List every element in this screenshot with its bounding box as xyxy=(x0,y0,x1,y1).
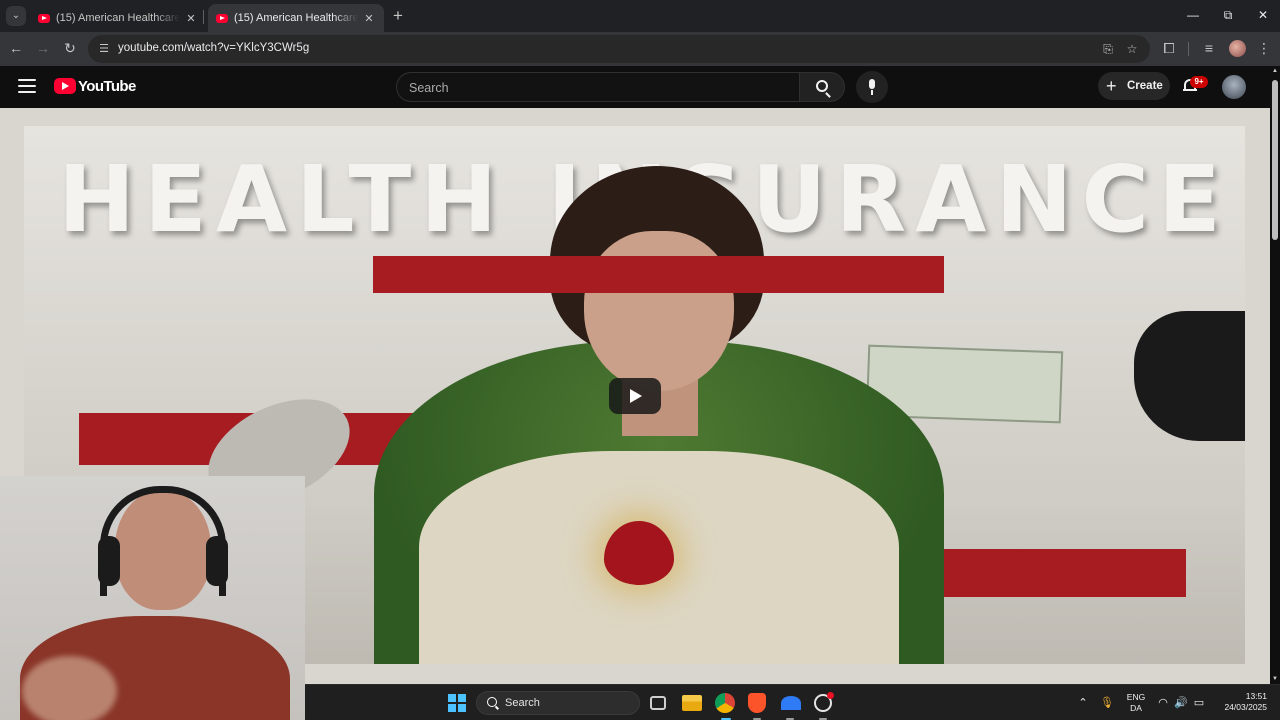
browser-toolbar: ← → ↻ ☰ youtube.com/watch?v=YKlcY3CWr5g … xyxy=(0,32,1280,66)
tab-close-icon[interactable]: ✕ xyxy=(184,12,198,25)
search-icon xyxy=(487,697,497,707)
thumbnail-red-bar-right xyxy=(914,549,1186,597)
windows-taskbar: Search ⌃ 🎙 ENG DA ◠ 🔊 ▭ 13:51 24/03/2025 xyxy=(305,684,1280,720)
thumbnail-red-bar-eyes xyxy=(373,256,944,293)
toolbar-divider xyxy=(1188,42,1189,56)
youtube-search-button[interactable] xyxy=(799,72,845,102)
page-scrollbar-thumb[interactable] xyxy=(1272,80,1278,240)
install-app-icon[interactable]: ⎘ xyxy=(1099,40,1117,58)
youtube-favicon-icon xyxy=(216,13,228,23)
input-language-primary[interactable]: ENG xyxy=(1123,692,1149,702)
volume-speaker-icon[interactable]: 🔊 xyxy=(1173,694,1189,712)
brave-browser-icon[interactable] xyxy=(748,693,766,713)
wifi-icon[interactable]: ◠ xyxy=(1155,694,1171,712)
reload-icon[interactable]: ↻ xyxy=(59,37,81,59)
new-tab-plus-icon[interactable]: + xyxy=(388,6,408,26)
youtube-search-input[interactable]: Search xyxy=(409,81,449,95)
voice-search-mic-icon[interactable] xyxy=(856,71,888,103)
video-play-button-icon[interactable] xyxy=(609,378,661,414)
window-minimize-icon[interactable]: — xyxy=(1176,0,1210,32)
tab-title: (15) American Healthcare is a N xyxy=(56,12,180,24)
site-info-tune-icon[interactable]: ☰ xyxy=(96,41,112,57)
browser-tab-strip: ⌄ (15) American Healthcare is a N ✕ (15)… xyxy=(0,0,1280,32)
notification-count-badge: 9+ xyxy=(1190,76,1208,88)
browser-menu-kebab-icon[interactable]: ⋮ xyxy=(1253,37,1275,59)
youtube-wordmark[interactable]: YouTube xyxy=(78,78,136,95)
windows-start-icon[interactable] xyxy=(448,694,466,712)
clock-time: 13:51 xyxy=(1245,691,1267,701)
scroll-down-arrow-icon[interactable]: ▼ xyxy=(1271,676,1279,682)
tray-microphone-icon[interactable]: 🎙 xyxy=(1099,694,1115,712)
task-view-icon[interactable] xyxy=(650,696,666,710)
tab-search-chevron-icon[interactable]: ⌄ xyxy=(6,6,26,26)
battery-icon[interactable]: ▭ xyxy=(1191,694,1207,712)
address-bar[interactable]: ☰ youtube.com/watch?v=YKlcY3CWr5g ⎘ ☆ xyxy=(88,35,1150,63)
youtube-logo-icon[interactable] xyxy=(54,78,76,94)
tab-close-icon[interactable]: ✕ xyxy=(362,12,376,25)
youtube-account-avatar[interactable] xyxy=(1222,75,1246,99)
webcam-headphone-cup-right xyxy=(206,536,228,586)
scroll-up-arrow-icon[interactable]: ▲ xyxy=(1271,68,1279,74)
file-explorer-icon[interactable] xyxy=(682,695,702,711)
extensions-puzzle-icon[interactable]: ⧠ xyxy=(1158,37,1180,59)
thumbnail-figure-face xyxy=(584,231,734,391)
url-text[interactable]: youtube.com/watch?v=YKlcY3CWr5g xyxy=(118,42,309,54)
tab-title: (15) American Healthcare is a N xyxy=(234,12,358,24)
window-restore-icon[interactable]: ⧉ xyxy=(1211,0,1245,32)
back-arrow-icon[interactable]: ← xyxy=(5,37,27,59)
hamburger-menu-icon[interactable] xyxy=(18,79,36,93)
taskbar-search-label: Search xyxy=(505,697,540,709)
create-button-label: Create xyxy=(1127,80,1163,92)
create-button[interactable]: + Create xyxy=(1098,72,1170,100)
media-controls-icon[interactable]: ≡ xyxy=(1198,37,1220,59)
taskbar-clock[interactable]: 13:51 24/03/2025 xyxy=(1217,691,1267,713)
bookmark-star-icon[interactable]: ☆ xyxy=(1123,40,1141,58)
vpn-app-icon[interactable] xyxy=(781,696,801,710)
plus-icon: + xyxy=(1106,76,1117,96)
taskbar-search-box[interactable]: Search xyxy=(476,691,640,715)
youtube-favicon-icon xyxy=(38,13,50,23)
clock-date: 24/03/2025 xyxy=(1224,702,1267,712)
thumbnail-suit-arm xyxy=(1134,311,1245,441)
tab-separator xyxy=(203,10,204,24)
input-language-secondary[interactable]: DA xyxy=(1123,703,1149,713)
browser-tab-1[interactable]: (15) American Healthcare is a N ✕ xyxy=(30,4,206,32)
webcam-person-hand xyxy=(22,656,117,720)
browser-profile-avatar[interactable] xyxy=(1229,40,1246,57)
chrome-icon[interactable] xyxy=(715,693,735,713)
forward-arrow-icon[interactable]: → xyxy=(32,37,54,59)
webcam-overlay xyxy=(0,476,305,720)
browser-tab-2-active[interactable]: (15) American Healthcare is a N ✕ xyxy=(208,4,384,32)
window-close-icon[interactable]: ✕ xyxy=(1246,0,1280,32)
settings-notification-dot xyxy=(827,692,834,699)
youtube-search-box[interactable]: Search xyxy=(396,72,799,102)
search-icon xyxy=(816,80,828,92)
youtube-masthead: YouTube Search + Create xyxy=(0,66,1270,108)
tray-overflow-chevron-icon[interactable]: ⌃ xyxy=(1075,694,1091,712)
webcam-headphone-cup-left xyxy=(98,536,120,586)
